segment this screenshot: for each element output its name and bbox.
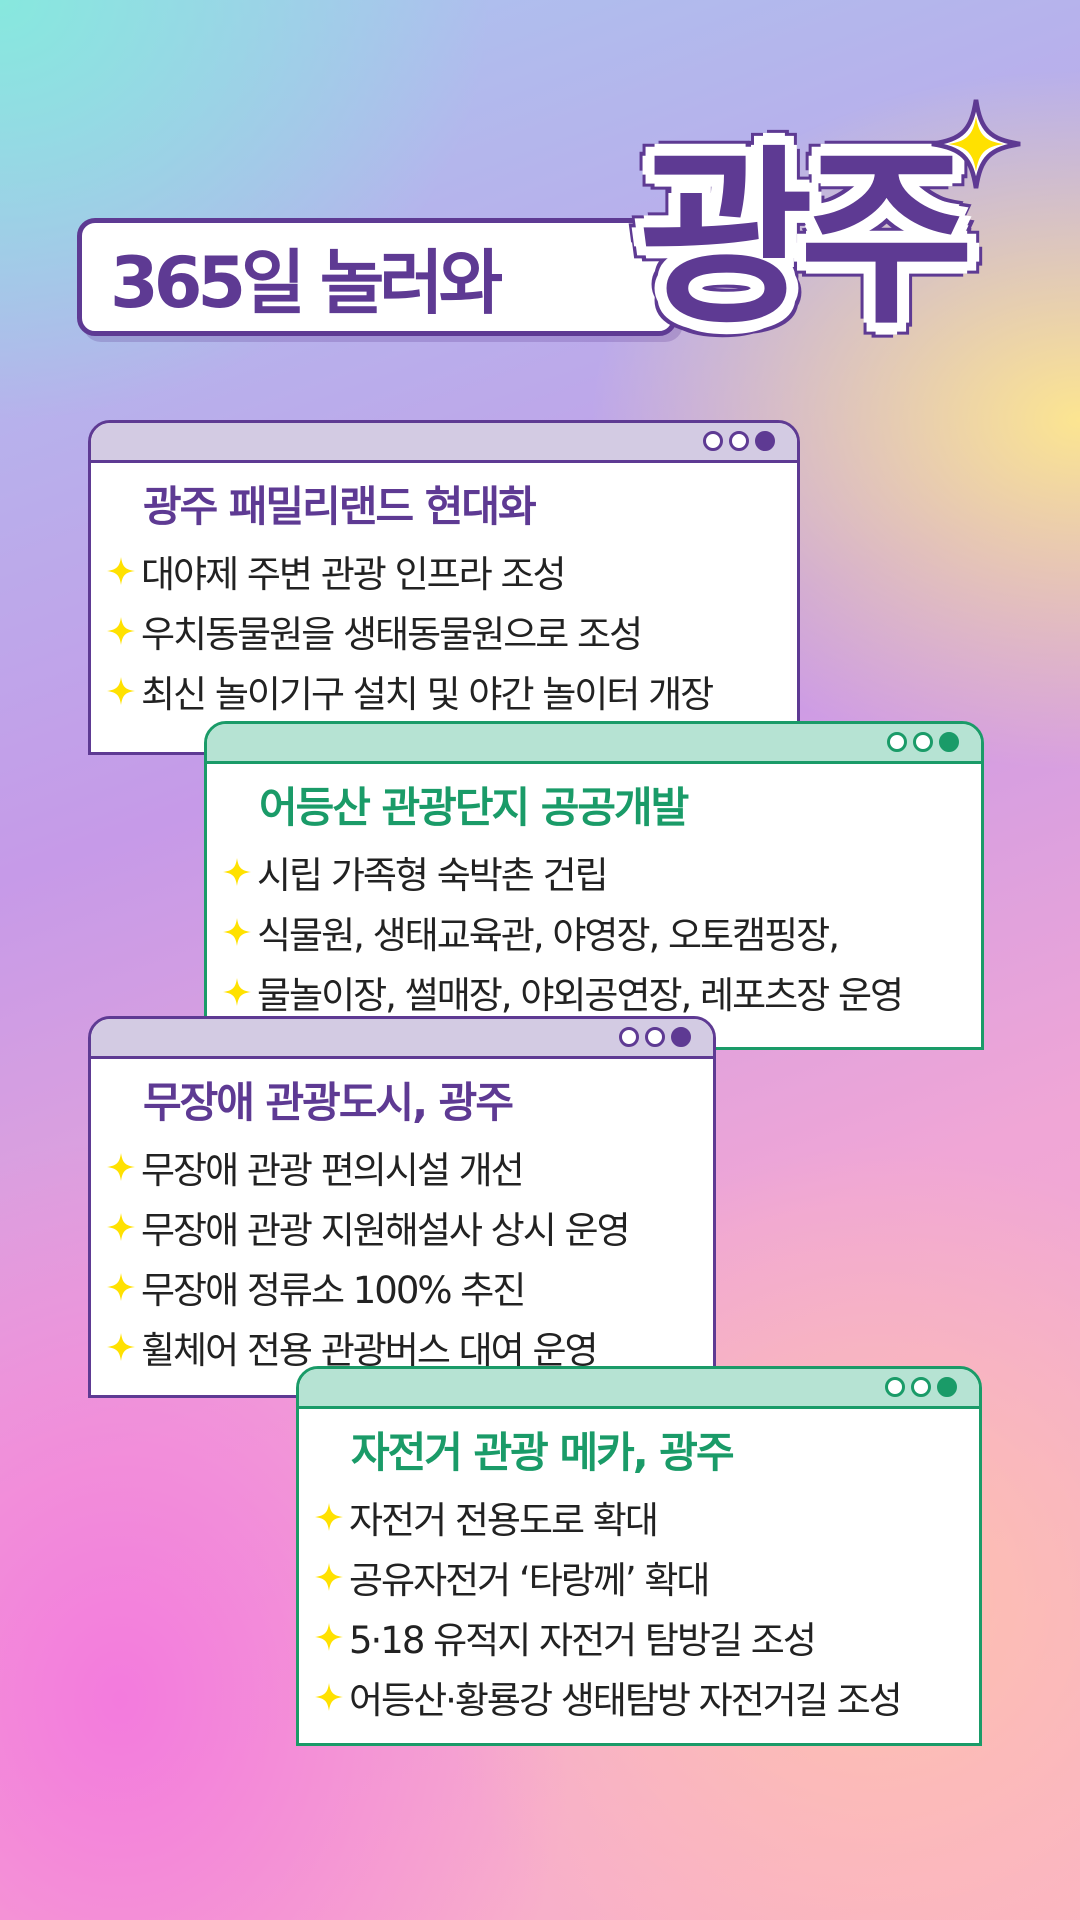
card-barrier-free: 무장애 관광도시, 광주 무장애 관광 편의시설 개선 무장애 관광 지원해설사… xyxy=(88,1016,716,1398)
item-text: 공유자전거 ‘타랑께’ 확대 xyxy=(349,1559,710,1602)
list-item: 식물원, 생태교육관, 야영장, 오토캠핑장, xyxy=(223,902,981,962)
dot-icon xyxy=(911,1377,931,1397)
dot-filled-icon xyxy=(937,1377,957,1397)
window-dots xyxy=(619,1027,691,1047)
item-text: 시립 가족형 숙박촌 건립 xyxy=(257,854,609,897)
star-bullet-icon xyxy=(107,617,135,645)
dot-filled-icon xyxy=(671,1027,691,1047)
window-title-bar xyxy=(91,1019,713,1059)
window-title-bar xyxy=(299,1369,979,1409)
card-bicycle-tourism: 자전거 관광 메카, 광주 자전거 전용도로 확대 공유자전거 ‘타랑께’ 확대… xyxy=(296,1366,982,1746)
card-title: 무장애 관광도시, 광주 xyxy=(143,1078,514,1127)
card-title: 어등산 관광단지 공공개발 xyxy=(259,783,689,832)
list-item: 시립 가족형 숙박촌 건립 xyxy=(223,842,981,902)
star-bullet-icon xyxy=(315,1623,343,1651)
title-banner: 365일 놀러와 광주 xyxy=(0,0,1080,380)
dot-icon xyxy=(913,732,933,752)
item-text: 무장애 정류소 100% 추진 xyxy=(141,1269,526,1312)
item-text: 대야제 주변 관광 인프라 조성 xyxy=(141,553,567,596)
star-bullet-icon xyxy=(107,677,135,705)
item-text: 최신 놀이기구 설치 및 야간 놀이터 개장 xyxy=(141,673,714,716)
item-text: 물놀이장, 썰매장, 야외공연장, 레포츠장 운영 xyxy=(257,974,904,1017)
star-bullet-icon xyxy=(223,858,251,886)
list-item: 무장애 관광 지원해설사 상시 운영 xyxy=(107,1197,713,1257)
window-title-bar xyxy=(91,423,797,463)
list-item: 공유자전거 ‘타랑께’ 확대 xyxy=(315,1547,979,1607)
dot-icon xyxy=(887,732,907,752)
item-list: 대야제 주변 관광 인프라 조성 우치동물원을 생태동물원으로 조성 최신 놀이… xyxy=(91,541,797,721)
star-bullet-icon xyxy=(223,918,251,946)
card-family-land: 광주 패밀리랜드 현대화 대야제 주변 관광 인프라 조성 우치동물원을 생태동… xyxy=(88,420,800,755)
item-text: 5·18 유적지 자전거 탐방길 조성 xyxy=(349,1619,817,1662)
list-item: 대야제 주변 관광 인프라 조성 xyxy=(107,541,797,601)
star-bullet-icon xyxy=(315,1563,343,1591)
dot-filled-icon xyxy=(755,431,775,451)
dot-icon xyxy=(645,1027,665,1047)
window-dots xyxy=(887,732,959,752)
window-title-bar xyxy=(207,724,981,764)
dot-icon xyxy=(703,431,723,451)
list-item: 우치동물원을 생태동물원으로 조성 xyxy=(107,601,797,661)
window-dots xyxy=(885,1377,957,1397)
title-small-text: 365일 놀러와 xyxy=(110,241,503,324)
list-item: 5·18 유적지 자전거 탐방길 조성 xyxy=(315,1607,979,1667)
item-text: 무장애 관광 지원해설사 상시 운영 xyxy=(141,1209,631,1252)
window-dots xyxy=(703,431,775,451)
item-text: 어등산·황룡강 생태탐방 자전거길 조성 xyxy=(349,1679,903,1722)
star-bullet-icon xyxy=(107,1333,135,1361)
title-box: 365일 놀러와 xyxy=(77,218,677,336)
star-bullet-icon xyxy=(107,557,135,585)
item-list: 무장애 관광 편의시설 개선 무장애 관광 지원해설사 상시 운영 무장애 정류… xyxy=(91,1137,713,1377)
dot-icon xyxy=(885,1377,905,1397)
star-bullet-icon xyxy=(223,978,251,1006)
item-list: 시립 가족형 숙박촌 건립 식물원, 생태교육관, 야영장, 오토캠핑장, 물놀… xyxy=(207,842,981,1022)
dot-icon xyxy=(729,431,749,451)
card-title: 광주 패밀리랜드 현대화 xyxy=(143,482,537,531)
item-text: 자전거 전용도로 확대 xyxy=(349,1499,659,1542)
dot-icon xyxy=(619,1027,639,1047)
star-bullet-icon xyxy=(315,1683,343,1711)
dot-filled-icon xyxy=(939,732,959,752)
list-item: 어등산·황룡강 생태탐방 자전거길 조성 xyxy=(315,1667,979,1727)
card-eodeungsan: 어등산 관광단지 공공개발 시립 가족형 숙박촌 건립 식물원, 생태교육관, … xyxy=(204,721,984,1050)
list-item: 무장애 정류소 100% 추진 xyxy=(107,1257,713,1317)
item-text: 우치동물원을 생태동물원으로 조성 xyxy=(141,613,643,656)
item-list: 자전거 전용도로 확대 공유자전거 ‘타랑께’ 확대 5·18 유적지 자전거 … xyxy=(299,1487,979,1727)
star-bullet-icon xyxy=(107,1273,135,1301)
sparkle-icon xyxy=(931,99,1021,189)
list-item: 최신 놀이기구 설치 및 야간 놀이터 개장 xyxy=(107,661,797,721)
star-bullet-icon xyxy=(315,1503,343,1531)
list-item: 자전거 전용도로 확대 xyxy=(315,1487,979,1547)
card-title: 자전거 관광 메카, 광주 xyxy=(351,1428,735,1477)
list-item: 무장애 관광 편의시설 개선 xyxy=(107,1137,713,1197)
list-item: 물놀이장, 썰매장, 야외공연장, 레포츠장 운영 xyxy=(223,962,981,1022)
star-bullet-icon xyxy=(107,1213,135,1241)
item-text: 식물원, 생태교육관, 야영장, 오토캠핑장, xyxy=(257,914,840,957)
item-text: 무장애 관광 편의시설 개선 xyxy=(141,1149,525,1192)
star-bullet-icon xyxy=(107,1153,135,1181)
